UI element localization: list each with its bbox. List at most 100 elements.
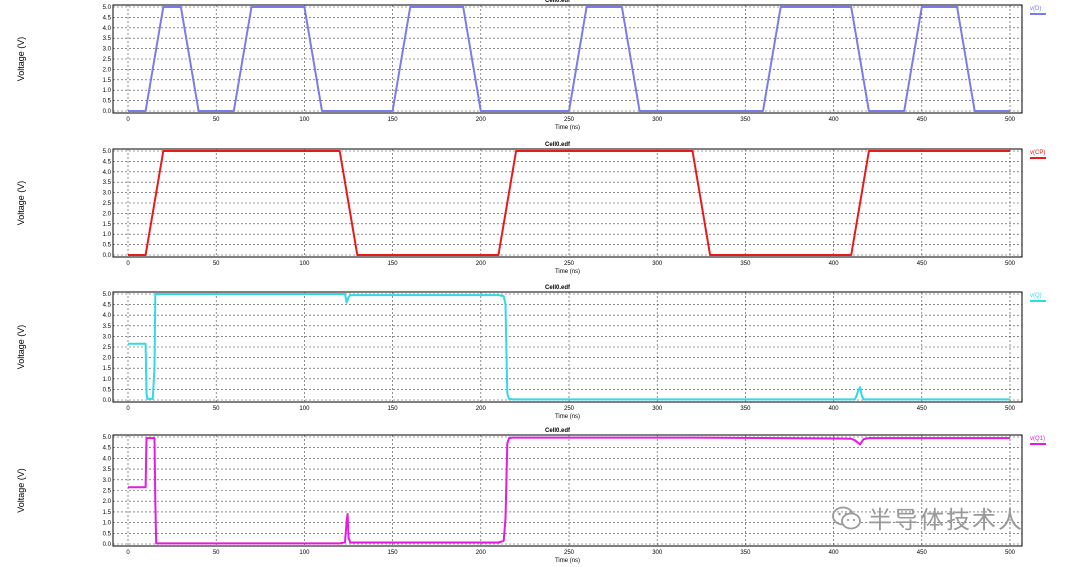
- y-tick-label: 2.0: [103, 356, 112, 362]
- x-tick-label: 150: [388, 550, 399, 556]
- x-tick-label: 50: [213, 406, 220, 412]
- y-tick-label: 4.0: [103, 26, 112, 32]
- x-tick-label: 250: [564, 550, 575, 556]
- y-tick-label: 3.5: [103, 36, 112, 42]
- y-tick-label: 4.0: [103, 313, 112, 319]
- y-tick-label: 3.5: [103, 180, 112, 186]
- x-tick-label: 100: [299, 550, 310, 556]
- x-tick-label: 0: [126, 550, 130, 556]
- y-tick-label: 4.5: [103, 446, 112, 452]
- x-tick-label: 300: [652, 406, 663, 412]
- y-tick-label: 2.5: [103, 201, 112, 207]
- y-tick-label: 2.5: [103, 57, 112, 63]
- x-tick-label: 350: [740, 550, 751, 556]
- y-tick-label: 0.0: [103, 109, 112, 115]
- x-tick-label: 50: [213, 261, 220, 267]
- y-tick-label: 1.5: [103, 78, 112, 84]
- x-tick-label: 250: [564, 117, 575, 123]
- x-tick-label: 500: [1005, 550, 1016, 556]
- x-axis-label: Time (ns): [555, 269, 580, 275]
- y-tick-label: 2.0: [103, 211, 112, 217]
- y-axis-label: Voltage (V): [16, 37, 26, 82]
- x-tick-label: 400: [829, 261, 840, 267]
- chart-panel-4: 0 50 100 150 200 250 300 350 400 450 500 0.0 0.5 1.0 1…: [16, 428, 1046, 564]
- x-tick-label: 400: [829, 550, 840, 556]
- x-tick-label: 350: [740, 406, 751, 412]
- chart-title: Cell0.edf: [545, 142, 571, 148]
- y-tick-label: 3.0: [103, 47, 112, 53]
- x-tick-label: 50: [213, 117, 220, 123]
- y-tick-label: 4.5: [103, 15, 112, 21]
- y-tick-label: 0.5: [103, 387, 112, 393]
- x-tick-label: 500: [1005, 117, 1016, 123]
- x-tick-label: 300: [652, 261, 663, 267]
- x-tick-label: 100: [299, 261, 310, 267]
- x-tick-label: 150: [388, 261, 399, 267]
- x-axis-label: Time (ns): [555, 414, 580, 420]
- x-tick-label: 0: [126, 406, 130, 412]
- wechat-icon: [832, 506, 861, 529]
- waveform-plots: 0 50 100 150 200 250 300 350 400 450 5000.00.51.01…: [16, 0, 1046, 564]
- y-tick-label: 5.0: [103, 435, 112, 441]
- y-tick-label: 2.5: [103, 345, 112, 351]
- chart-panel-2: 0 50 100 150 200 250 300 350 400 450 500 0.0 0.5 1.0 1…: [16, 142, 1046, 275]
- y-tick-label: 3.0: [103, 191, 112, 197]
- x-tick-label: 200: [476, 550, 487, 556]
- y-tick-label: 1.5: [103, 222, 112, 228]
- y-tick-label: 1.0: [103, 521, 112, 527]
- x-tick-label: 350: [740, 261, 751, 267]
- x-tick-label: 100: [299, 406, 310, 412]
- y-tick-label: 5.0: [103, 292, 112, 298]
- x-tick-label: 450: [917, 117, 928, 123]
- y-tick-label: 1.0: [103, 88, 112, 94]
- x-tick-label: 300: [652, 550, 663, 556]
- y-tick-label: 2.0: [103, 67, 112, 73]
- x-tick-label: 250: [564, 261, 575, 267]
- y-tick-label: 0.0: [103, 398, 112, 404]
- y-axis-label: Voltage (V): [16, 468, 26, 513]
- x-tick-label: 500: [1005, 406, 1016, 412]
- y-tick-label: 4.5: [103, 159, 112, 165]
- x-tick-label: 250: [564, 406, 575, 412]
- legend-label: v(CP): [1030, 150, 1045, 156]
- watermark: 半导体技术人: [832, 500, 1024, 535]
- x-tick-label: 200: [476, 117, 487, 123]
- x-tick-label: 400: [829, 117, 840, 123]
- x-tick-label: 300: [652, 117, 663, 123]
- y-tick-label: 1.5: [103, 510, 112, 516]
- y-tick-label: 3.5: [103, 467, 112, 473]
- x-tick-label: 450: [917, 261, 928, 267]
- y-tick-label: 5.0: [103, 5, 112, 11]
- x-tick-label: 0: [126, 117, 130, 123]
- y-tick-label: 0.5: [103, 531, 112, 537]
- legend-label: v(Q): [1030, 293, 1042, 299]
- legend-label: v(D): [1030, 6, 1041, 12]
- y-tick-label: 0.0: [103, 253, 112, 259]
- y-tick-label: 1.0: [103, 377, 112, 383]
- y-tick-label: 2.5: [103, 489, 112, 495]
- y-axis-label: Voltage (V): [16, 181, 26, 226]
- x-tick-label: 200: [476, 261, 487, 267]
- chart-panel-3: 0 50 100 150 200 250 300 350 400 450 500 0.0 0.5 1.0 1…: [16, 285, 1046, 420]
- x-tick-label: 500: [1005, 261, 1016, 267]
- chart-title: Cell0.edf: [545, 285, 571, 291]
- watermark-text: 半导体技术人: [868, 506, 1024, 534]
- x-tick-label: 450: [917, 406, 928, 412]
- chart-panel-1: 0 50 100 150 200 250 300 350 400 450 500 0.0 0.5 1.0 1…: [16, 0, 1046, 131]
- x-axis-label: Time (ns): [555, 558, 580, 564]
- x-tick-label: 200: [476, 406, 487, 412]
- chart-title: Cell0.edf: [545, 428, 571, 434]
- y-tick-label: 5.0: [103, 149, 112, 155]
- y-tick-label: 0.5: [103, 99, 112, 105]
- x-tick-label: 50: [213, 550, 220, 556]
- x-axis-label: Time (ns): [555, 125, 580, 131]
- x-tick-label: 150: [388, 406, 399, 412]
- y-tick-label: 3.0: [103, 478, 112, 484]
- y-tick-label: 1.5: [103, 366, 112, 372]
- chart-title: Cell0.edf: [545, 0, 571, 4]
- y-tick-label: 0.5: [103, 243, 112, 249]
- x-tick-label: 350: [740, 117, 751, 123]
- y-tick-label: 0.0: [103, 542, 112, 548]
- x-tick-label: 450: [917, 550, 928, 556]
- legend-label: v(Q1): [1030, 436, 1045, 442]
